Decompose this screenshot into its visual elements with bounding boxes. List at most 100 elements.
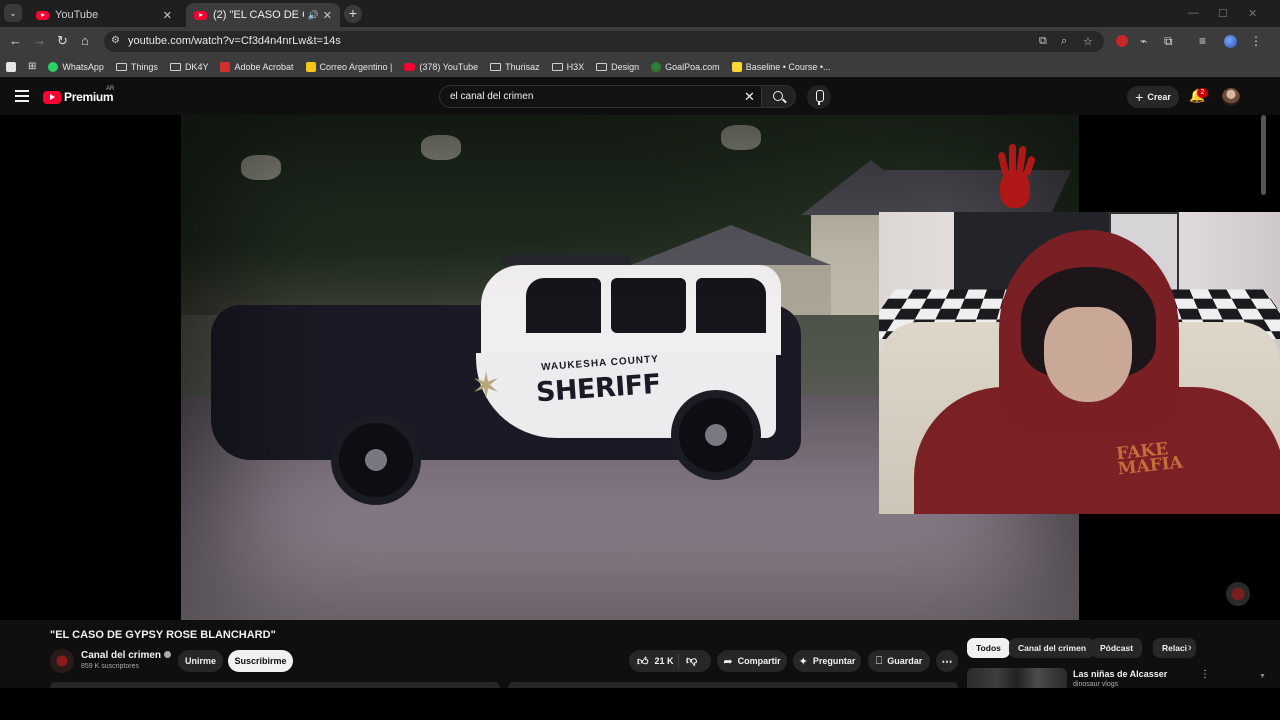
tab-search-icon[interactable]: ⌄ <box>4 4 22 22</box>
bookmark-star-icon[interactable]: ☆ <box>1083 35 1093 48</box>
channel-name[interactable]: Canal del crimen <box>81 650 172 661</box>
grid-icon[interactable]: ⊞ <box>28 61 36 72</box>
create-button[interactable]: + Crear <box>1127 86 1179 108</box>
forward-icon[interactable]: → <box>33 34 46 48</box>
video-info: "EL CASO DE GYPSY ROSE BLANCHARD" Canal … <box>0 620 1280 688</box>
bookmark-label: Thurisaz <box>505 61 540 72</box>
apps-icon[interactable] <box>6 61 16 72</box>
channel-watermark-icon[interactable] <box>1226 582 1250 606</box>
save-label: Guardar <box>887 656 923 666</box>
thumbs-down-icon[interactable]: 👎︎ <box>686 654 697 667</box>
audio-playing-icon[interactable]: 🔊 <box>308 10 319 21</box>
save-button[interactable]: ⎕ Guardar <box>868 650 930 672</box>
search-icon <box>773 91 783 101</box>
chip-podcast[interactable]: Pódcast <box>1091 638 1143 658</box>
tab-close-icon[interactable]: ✕ <box>163 9 172 22</box>
bookmark-label: Baseline • Course •... <box>745 61 831 72</box>
home-icon[interactable]: ⌂ <box>81 34 89 48</box>
baseline-icon <box>731 61 742 72</box>
more-actions-button[interactable]: ⋯ <box>936 650 958 672</box>
tab-youtube[interactable]: YouTube ✕ <box>28 3 180 27</box>
url-text: youtube.com/watch?v=Cf3d4n4nrLw&t=14s <box>128 35 341 47</box>
bookmark-h3x[interactable]: H3X <box>551 62 584 72</box>
maximize-icon[interactable]: ☐ <box>1218 7 1228 20</box>
install-app-icon[interactable]: ⧉ <box>1039 35 1047 48</box>
extension-badge-icon[interactable] <box>1116 35 1128 47</box>
bookmark-baseline[interactable]: Baseline • Course •... <box>731 61 831 72</box>
extension-icon[interactable]: ⌁ <box>1140 34 1147 48</box>
bookmark-goalpoa[interactable]: GoalPoa.com <box>651 61 720 72</box>
hamburger-menu-icon[interactable] <box>15 90 29 102</box>
bookmark-things[interactable]: Things <box>115 61 158 72</box>
video-title: "EL CASO DE GYPSY ROSE BLANCHARD" <box>50 629 276 641</box>
window-close-icon[interactable]: ✕ <box>1248 7 1257 20</box>
bookmark-label: GoalPoa.com <box>665 61 720 72</box>
search-input[interactable]: el canal del crimen ✕ <box>439 85 762 108</box>
folder-icon <box>169 62 181 71</box>
extensions-puzzle-icon[interactable]: ⧉ <box>1164 34 1173 49</box>
youtube-icon <box>404 62 416 71</box>
youtube-logo-icon <box>43 90 61 104</box>
tab-video[interactable]: (2) "EL CASO DE GYPSY RO 🔊 ✕ <box>186 3 340 27</box>
chevron-right-icon[interactable]: › <box>1188 642 1192 654</box>
share-button[interactable]: ➦ Compartir <box>717 650 787 672</box>
bookmark-dk4y[interactable]: DK4Y <box>169 62 208 72</box>
subscribe-button[interactable]: Suscribirme <box>228 650 293 672</box>
video-player[interactable]: WAUKESHA COUNTY SHERIFF ✶ FAKE MAFIA <box>0 115 1280 620</box>
webcam-overlay: FAKE MAFIA <box>879 212 1280 514</box>
scrollbar-thumb[interactable] <box>1261 115 1266 195</box>
page-scrollbar[interactable]: ▼ <box>1259 115 1267 683</box>
like-count: 21 K <box>654 656 674 666</box>
bookmark-acrobat[interactable]: Adobe Acrobat <box>220 61 294 72</box>
youtube-favicon-icon <box>194 10 207 20</box>
tab-close-icon[interactable]: ✕ <box>323 9 332 22</box>
bookmark-label: WhatsApp <box>62 61 104 72</box>
whatsapp-icon <box>48 61 59 72</box>
correo-icon <box>305 61 316 72</box>
folder-icon <box>490 62 502 71</box>
like-button[interactable]: 👍︎ 21 K 👎︎ <box>629 650 711 672</box>
account-avatar[interactable] <box>1222 88 1240 106</box>
bookmark-correo[interactable]: Correo Argentino | <box>305 61 393 72</box>
notification-count-badge: 2 <box>1197 88 1208 98</box>
clear-search-icon[interactable]: ✕ <box>744 89 755 105</box>
bookmark-label: Correo Argentino | <box>319 61 393 72</box>
subscriber-count: 859 K suscriptores <box>81 663 139 670</box>
scroll-down-icon[interactable]: ▼ <box>1259 673 1266 680</box>
youtube-favicon-icon <box>36 10 49 20</box>
search-button[interactable] <box>762 85 796 108</box>
browser-profile-avatar[interactable] <box>1224 35 1237 48</box>
back-icon[interactable]: ← <box>9 34 22 48</box>
red-handprint-icon <box>990 140 1036 210</box>
bookmark-design[interactable]: Design <box>596 62 639 72</box>
voice-search-icon[interactable] <box>807 85 831 109</box>
folder-icon <box>596 62 608 71</box>
bookmark-label: Things <box>130 61 158 72</box>
join-button[interactable]: Unirme <box>178 650 223 672</box>
browser-tab-strip: ⌄ YouTube ✕ (2) "EL CASO DE GYPSY RO 🔊 ✕… <box>0 0 1280 27</box>
chip-canal-del-crimen[interactable]: Canal del crimen <box>1009 638 1096 658</box>
reload-icon[interactable]: ↻ <box>57 34 68 48</box>
recommendation-menu-icon[interactable]: ⋮ <box>1200 669 1210 680</box>
new-tab-button[interactable]: + <box>344 5 362 23</box>
site-info-icon[interactable]: ⚙ <box>111 35 120 46</box>
recommendation-thumbnail[interactable] <box>967 668 1067 688</box>
youtube-premium-logo[interactable]: Premium AR <box>43 86 114 104</box>
zoom-icon[interactable]: ⌕ <box>1061 35 1067 48</box>
plus-icon: + <box>1135 89 1144 105</box>
recommendation-title[interactable]: Las niñas de Alcasser <box>1073 669 1167 679</box>
ask-button[interactable]: ✦ Preguntar <box>793 650 861 672</box>
acrobat-icon <box>220 61 231 72</box>
channel-avatar[interactable] <box>50 649 74 673</box>
share-label: Compartir <box>737 656 781 666</box>
chip-todos[interactable]: Todos <box>967 638 1010 658</box>
verified-icon <box>164 651 172 658</box>
minimize-icon[interactable]: — <box>1188 7 1199 19</box>
bookmark-whatsapp[interactable]: WhatsApp <box>48 61 104 72</box>
address-bar[interactable]: ⚙ youtube.com/watch?v=Cf3d4n4nrLw&t=14s … <box>104 31 1104 52</box>
bookmark-youtube[interactable]: (378) YouTube <box>404 62 478 72</box>
browser-menu-icon[interactable]: ⋮ <box>1250 34 1262 48</box>
goalpoa-icon <box>651 61 662 72</box>
media-control-icon[interactable]: ≡ <box>1199 34 1206 48</box>
bookmark-thurisaz[interactable]: Thurisaz <box>490 62 540 72</box>
